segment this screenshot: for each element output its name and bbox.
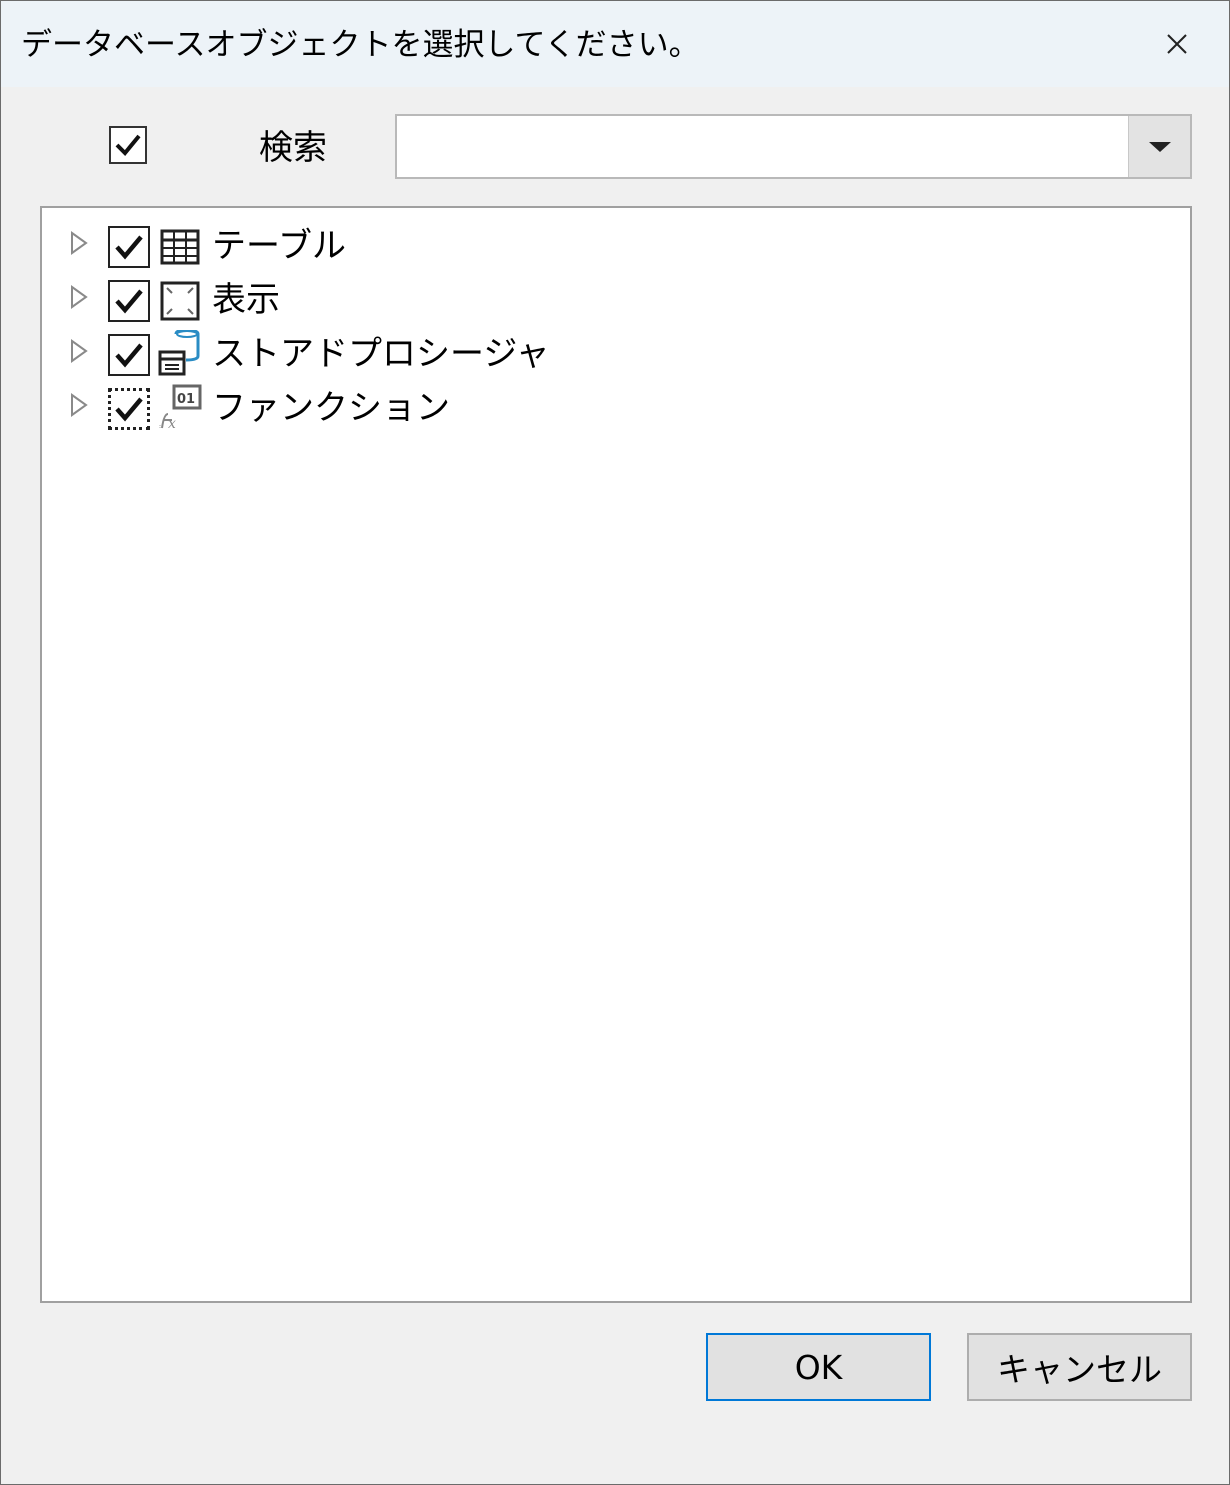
search-checkbox[interactable] (109, 126, 147, 164)
expand-arrow-icon[interactable] (70, 285, 88, 309)
tree-item-stored-procedures[interactable]: ストアドプロシージャ (42, 322, 1190, 376)
close-button[interactable] (1149, 19, 1205, 69)
tree-checkbox[interactable] (108, 334, 150, 376)
cancel-button[interactable]: キャンセル (967, 1333, 1192, 1401)
stored-procedure-icon (158, 330, 200, 376)
tree-checkbox[interactable] (108, 226, 150, 268)
checkmark-icon (115, 343, 143, 368)
tree-item-tables[interactable]: テーブル (42, 214, 1190, 268)
tree-item-functions[interactable]: 01 x ファンクション (42, 376, 1190, 432)
search-input[interactable] (397, 116, 1129, 177)
title-bar: データベースオブジェクトを選択してください。 (1, 1, 1229, 87)
expand-arrow-icon[interactable] (70, 393, 88, 417)
tree-item-label: ストアドプロシージャ (212, 334, 550, 374)
checkmark-icon (115, 134, 141, 156)
table-icon (160, 229, 200, 265)
tree-item-label: ファンクション (212, 388, 450, 428)
view-icon (160, 281, 200, 321)
ok-button[interactable]: OK (706, 1333, 931, 1401)
search-dropdown-button[interactable] (1128, 116, 1190, 177)
dialog-title: データベースオブジェクトを選択してください。 (21, 27, 700, 63)
checkmark-icon (115, 397, 143, 422)
dropdown-arrow-icon (1148, 141, 1171, 152)
expand-arrow-icon[interactable] (70, 339, 88, 363)
tree-item-label: 表示 (212, 280, 280, 320)
search-label: 検索 (259, 128, 327, 168)
checkmark-icon (115, 235, 143, 260)
close-icon (1167, 34, 1187, 54)
checkmark-icon (115, 289, 143, 314)
tree-item-views[interactable]: 表示 (42, 268, 1190, 322)
expand-arrow-icon[interactable] (70, 231, 88, 255)
search-combobox[interactable] (395, 114, 1192, 179)
tree-item-label: テーブル (212, 226, 346, 266)
tree-checkbox[interactable] (108, 280, 150, 322)
function-icon: 01 x (159, 384, 202, 432)
select-db-objects-dialog: データベースオブジェクトを選択してください。 検索 テーブル 表示 ストアドプロ… (0, 0, 1230, 1485)
svg-text:x: x (168, 416, 176, 432)
tree-checkbox-partial[interactable] (108, 388, 150, 430)
svg-text:01: 01 (177, 392, 195, 407)
object-tree[interactable]: テーブル 表示 ストアドプロシージャ 01 x ファンクション (40, 206, 1192, 1303)
